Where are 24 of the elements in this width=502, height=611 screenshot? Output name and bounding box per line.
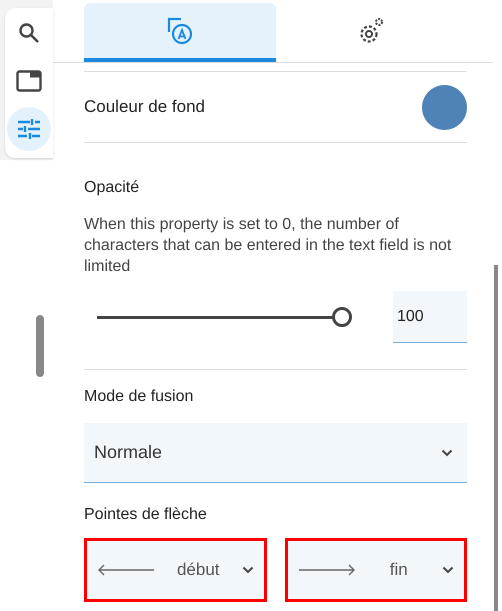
window-icon (16, 70, 42, 92)
chevron-down-icon (441, 448, 453, 456)
chevron-down-icon (242, 566, 254, 574)
sliders-icon (17, 118, 41, 140)
opacity-input[interactable]: 100 (393, 291, 467, 343)
blend-mode-select[interactable]: Normale (84, 423, 467, 483)
opacity-slider[interactable] (97, 306, 353, 328)
chevron-down-icon (442, 566, 454, 574)
tab[interactable] (84, 3, 276, 62)
search-icon (18, 22, 40, 44)
section-label: Pointes de flèche (84, 505, 208, 525)
left-arrow-icon (97, 564, 155, 576)
right-arrow-icon (298, 564, 356, 576)
color-swatch[interactable] (422, 84, 467, 130)
scrollbar-thumb[interactable] (494, 265, 498, 611)
slider-thumb[interactable] (332, 307, 352, 327)
description-text: When this property is set to 0, the number of characters that can be entered in the text field is not limited (84, 215, 452, 277)
section-label: Opacité (84, 178, 140, 198)
scrollbar-thumb[interactable] (36, 315, 44, 377)
arrowhead-select[interactable]: début (84, 538, 266, 602)
shape-letter-icon (166, 16, 194, 46)
arrowhead-select[interactable]: fin (284, 538, 467, 602)
section-label: Mode de fusion (84, 387, 194, 407)
section-label: Couleur de fond (84, 96, 205, 118)
